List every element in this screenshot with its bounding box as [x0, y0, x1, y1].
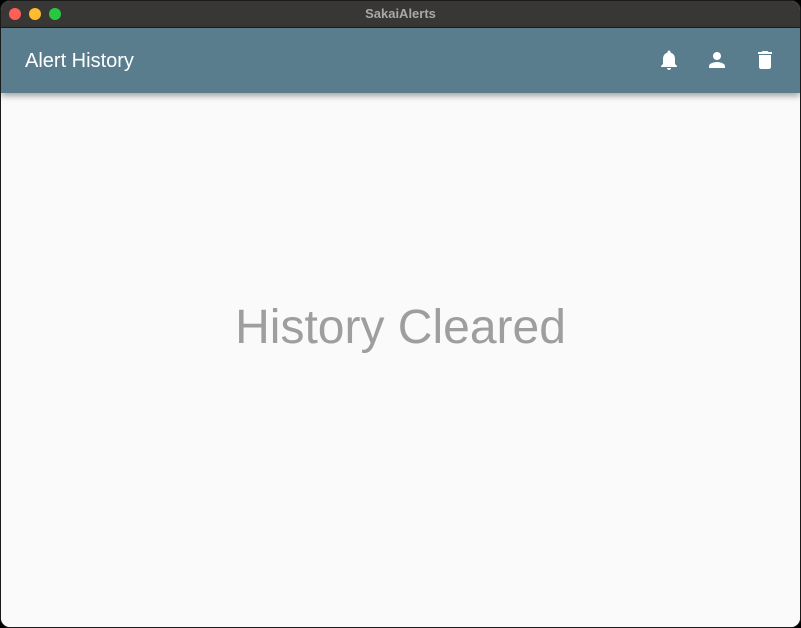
empty-state-message: History Cleared: [235, 301, 566, 354]
bell-icon: [661, 50, 677, 70]
app-bar: Alert History: [1, 28, 800, 93]
app-window: SakaiAlerts Alert History History Cleare…: [0, 0, 801, 628]
notifications-button[interactable]: [647, 38, 691, 82]
main-content: History Cleared: [1, 93, 800, 627]
page-title: Alert History: [25, 50, 134, 72]
account-button[interactable]: [695, 38, 739, 82]
clear-history-button[interactable]: [743, 38, 787, 82]
window-title: SakaiAlerts: [365, 6, 436, 21]
trash-icon: [758, 51, 772, 69]
window-titlebar[interactable]: SakaiAlerts: [1, 1, 800, 28]
person-icon: [709, 52, 725, 68]
